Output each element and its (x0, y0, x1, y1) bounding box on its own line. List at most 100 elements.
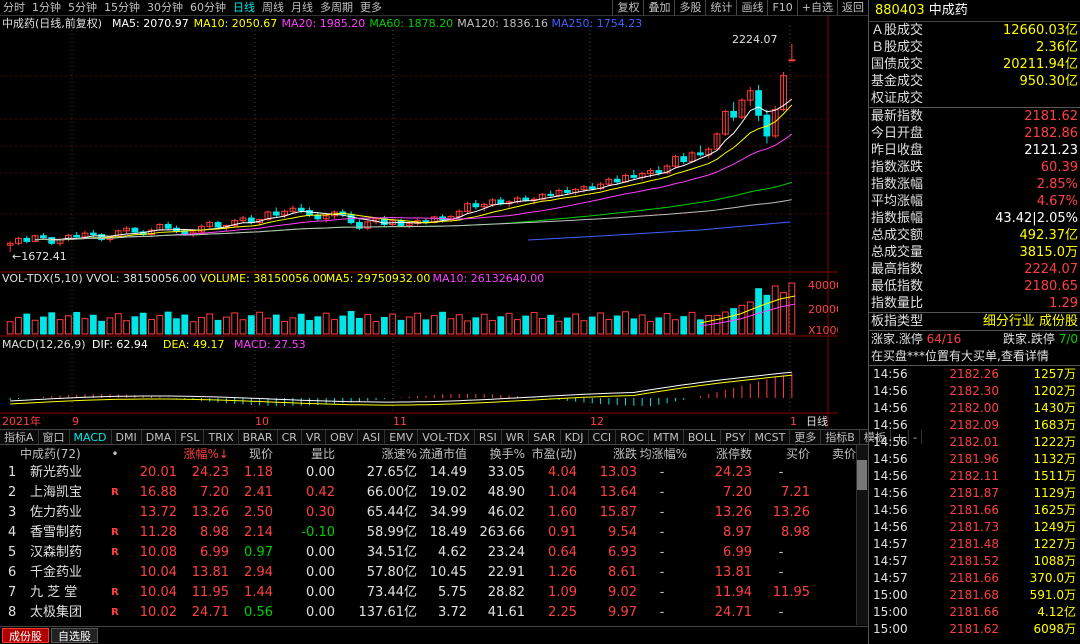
table-cell: 0.64 (548, 545, 577, 560)
header-cell[interactable]: 涨停数 (687, 445, 752, 463)
toolbar-button[interactable]: +自选 (796, 0, 837, 16)
timeframe-tab[interactable]: 1分钟 (29, 0, 65, 16)
table-cell: 28.82 (487, 585, 525, 600)
toolbar-button[interactable]: 画线 (736, 0, 767, 16)
indicator-tab[interactable]: BRAR (239, 430, 278, 444)
table-row[interactable]: 4 香雪制药 R 11.28 8.98 2.14 -0.10 58.99亿 18.49 263.6… (0, 523, 856, 543)
header-cell[interactable]: 流通市值 (417, 445, 467, 463)
indicator-tab[interactable]: DMI (112, 430, 142, 444)
timeframe-tab[interactable]: 60分钟 (187, 0, 230, 16)
header-cell[interactable]: 涨幅%↓ (177, 445, 229, 463)
toolbar-button[interactable]: 复权 (612, 0, 643, 16)
header-cell[interactable]: 买价 (752, 445, 810, 463)
header-cell[interactable] (125, 445, 177, 463)
limit-row: 涨家.涨停 64/16 跌家.跌停 7/0 (869, 331, 1080, 348)
indicator-tab[interactable]: 更多 (790, 430, 822, 444)
table-cell: 18.49 (429, 525, 467, 540)
indicator-tab[interactable]: BOLL (684, 430, 722, 444)
indicator-tab[interactable]: DMA (142, 430, 177, 444)
ma-label: MA5: 2070.97 (112, 17, 189, 30)
indicator-tab[interactable]: CR (278, 430, 302, 444)
table-cell: 24.23 (714, 465, 752, 480)
kline-chart[interactable]: 中成药(日线,前复权) MA5: 2070.97 MA10: 2050.67 MA20… (0, 16, 838, 428)
bottom-tab[interactable]: 自选股 (51, 628, 98, 643)
stat-row: 基金成交 950.30亿 (869, 73, 1080, 90)
tick-row: 14:56 2182.11 1511万 (869, 468, 1080, 485)
indicator-tab[interactable]: 窗口 (39, 430, 70, 444)
stat-value: 12660.03亿 (1002, 23, 1078, 38)
toolbar-button[interactable]: 多股 (674, 0, 705, 16)
table-row[interactable]: 8 太极集团 R 10.02 24.71 0.56 0.00 137.61亿 3.72 41.61… (0, 603, 856, 623)
indicator-tab[interactable]: SAR (529, 430, 561, 444)
board-type-value[interactable]: 细分行业 成份股 (983, 313, 1078, 330)
indicator-tab[interactable]: TRIX (204, 430, 239, 444)
header-cell[interactable]: 涨速% (335, 445, 417, 463)
stat-row: 权证成交 (869, 90, 1080, 107)
timeframe-tab[interactable]: 分时 (0, 0, 29, 16)
table-cell: 16.88 (139, 485, 177, 500)
quote-label: 最高指数 (871, 262, 924, 277)
indicator-tab[interactable]: WR (502, 430, 530, 444)
table-row[interactable]: 2 上海凯宝 R 16.88 7.20 2.41 0.42 66.00亿 19.02 48.90 1… (0, 483, 856, 503)
timeframe-tabs: 分时 1分钟 5分钟 15分钟 30分钟 60分钟 日线 周线 月线 多周期 更多 (0, 0, 386, 16)
toolbar-button[interactable]: 统计 (705, 0, 736, 16)
table-row[interactable]: 7 九 芝 堂 R 10.04 11.95 1.44 0.00 73.44亿 5.75 28.82… (0, 583, 856, 603)
header-cell[interactable]: • (105, 445, 125, 463)
indicator-tab[interactable]: MCST (750, 430, 791, 444)
stat-label: 基金成交 (871, 74, 924, 89)
indicator-tab[interactable]: OBV (326, 430, 359, 444)
indicator-tab[interactable]: 指标A (0, 430, 39, 444)
indicator-tab[interactable]: 指标B (821, 430, 860, 444)
bottom-tab[interactable]: 成份股 (2, 628, 49, 643)
indicator-tab[interactable]: MTM (649, 430, 684, 444)
table-row[interactable]: 3 佐力药业 13.72 13.26 2.50 0.30 65.44亿 34.99 46.02 1… (0, 503, 856, 523)
candle (198, 224, 205, 234)
notice-row[interactable]: 在买盘***位置有大买单,查看详情 (869, 348, 1080, 365)
tick-time: 14:56 (873, 452, 908, 466)
timeframe-tab[interactable]: 多周期 (317, 0, 357, 16)
table-cell: 0.00 (306, 465, 335, 480)
timeframe-tab[interactable]: 30分钟 (144, 0, 187, 16)
toolbar-button[interactable]: F10 (767, 0, 796, 16)
candle (231, 218, 239, 228)
table-cell: 2.41 (244, 485, 273, 500)
timeframe-tab[interactable]: 日线 (230, 0, 259, 16)
big-order-notice[interactable]: 在买盘***位置有大买单,查看详情 (871, 348, 1049, 365)
index-code: 880403 (875, 3, 925, 18)
timeframe-tab[interactable]: 月线 (288, 0, 317, 16)
header-cell[interactable]: 现价 (229, 445, 273, 463)
timeframe-tab[interactable]: 周线 (259, 0, 288, 16)
table-row[interactable]: 6 千金药业 10.04 13.81 2.94 0.00 57.80亿 10.45 22.91 1… (0, 563, 856, 583)
table-row[interactable]: 5 汉森制药 R 10.08 6.99 0.97 0.00 34.51亿 4.62 23.24 0.… (0, 543, 856, 563)
header-cell[interactable]: 市盈(动) (525, 445, 577, 463)
table-row[interactable]: 1 新光药业 20.01 24.23 1.18 0.00 27.65亿 14.49 33.05 4… (0, 463, 856, 483)
quote-row: 指数振幅 43.42|2.05% (869, 210, 1080, 227)
timeframe-tab[interactable]: 5分钟 (65, 0, 101, 16)
indicator-tab[interactable]: VR (302, 430, 327, 444)
indicator-tab[interactable]: KDJ (561, 430, 589, 444)
header-cell[interactable]: 量比 (273, 445, 335, 463)
header-cell[interactable]: 卖价 (810, 445, 856, 463)
indicator-tab[interactable]: VOL-TDX (418, 430, 475, 444)
tick-time: 14:56 (873, 435, 908, 449)
indicator-tab[interactable]: PSY (721, 430, 751, 444)
scrollbar-thumb[interactable] (857, 460, 867, 490)
table-cell: - (659, 585, 665, 600)
indicator-tab[interactable]: ROC (616, 430, 650, 444)
timeframe-tab[interactable]: 更多 (357, 0, 386, 16)
indicator-tab[interactable]: ASI (358, 430, 386, 444)
volume-bar (696, 319, 704, 335)
indicator-tab[interactable]: FSL (176, 430, 205, 444)
indicator-tab[interactable]: EMV (385, 430, 419, 444)
indicator-tab[interactable]: RSI (475, 430, 502, 444)
header-cell[interactable]: 中成药(72) (0, 445, 105, 463)
toolbar-button[interactable]: 返回 (837, 0, 868, 16)
table-cell: 24.71 (714, 605, 752, 620)
header-cell[interactable]: 均涨幅% (637, 445, 687, 463)
indicator-tab[interactable]: CCI (589, 430, 617, 444)
timeframe-tab[interactable]: 15分钟 (101, 0, 144, 16)
toolbar-button[interactable]: 叠加 (643, 0, 674, 16)
header-cell[interactable]: 涨跌 (577, 445, 637, 463)
header-cell[interactable]: 换手% (467, 445, 525, 463)
indicator-tab[interactable]: MACD (70, 430, 112, 444)
